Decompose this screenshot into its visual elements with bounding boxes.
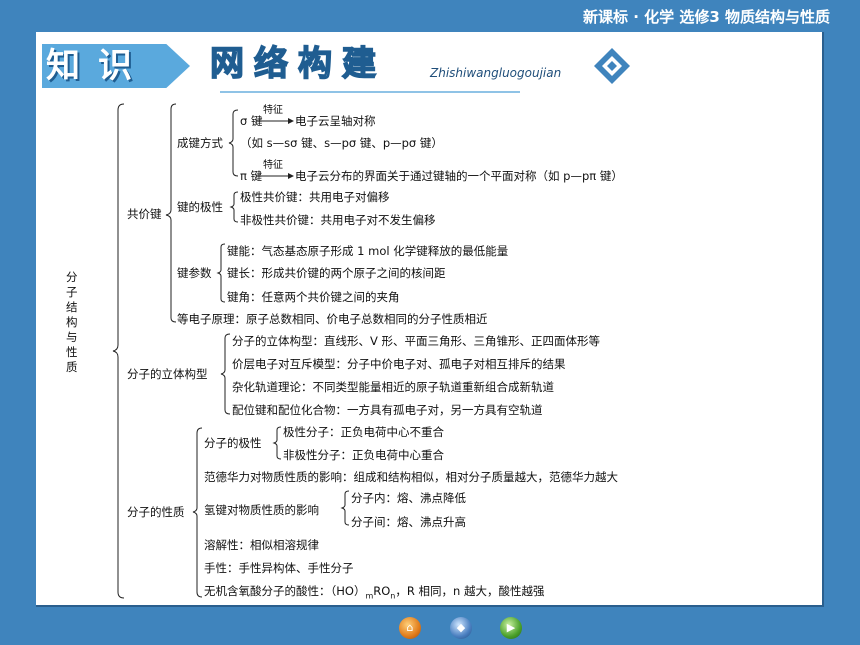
node-gongjia: 共价键: [127, 207, 162, 221]
ro-formula: RO: [373, 584, 391, 598]
nonpolar-molecule: 非极性分子：正负电荷中心重合: [283, 448, 444, 462]
liti-item-3: 杂化轨道理论：不同类型能量相近的原子轨道重新组合成新轨道: [232, 380, 554, 394]
fandehua: 范德华力对物质性质的影响：组成和结构相似，相对分子质量越大，范德华力越大: [204, 470, 618, 484]
polar-bond: 极性共价键：共用电子对偏移: [240, 190, 390, 204]
node-xingzhi: 分子的性质: [127, 505, 185, 519]
root-label: 分子结构与性质: [66, 270, 78, 374]
tezheng-label-2: 特征: [263, 160, 283, 171]
dengdianzi: 等电子原理：原子总数相同、价电子总数相同的分子性质相近: [177, 312, 488, 326]
suanxing-post: ，R 相同，n 越大，酸性越强: [395, 584, 545, 598]
liti-item-1: 分子的立体构型：直线形、V 形、平面三角形、三角锥形、正四面体形等: [232, 334, 601, 348]
next-icon: ▶: [506, 621, 516, 634]
menu-icon: ◆: [456, 621, 466, 634]
liti-item-2: 价层电子对互斥模型：分子中价电子对、孤电子对相互排斥的结果: [232, 357, 566, 371]
jianchang: 键长：形成共价键的两个原子之间的核间距: [227, 266, 446, 280]
pi-desc: 电子云分布的界面关于通过键轴的一个平面对称（如 p—pπ 键）: [295, 169, 623, 183]
tezheng-label-1: 特征: [263, 105, 283, 116]
sigma-examples: （如 s—sσ 键、s—pσ 键、p—pσ 键）: [240, 136, 443, 150]
node-liti: 分子的立体构型: [127, 367, 208, 381]
jianneng: 键能：气态基态原子形成 1 mol 化学键释放的最低能量: [227, 244, 509, 258]
menu-button[interactable]: ◆: [450, 617, 472, 639]
liti-item-4: 配位键和配位化合物：一方具有孤电子对，另一方具有空轨道: [232, 403, 543, 417]
qingjian-inner: 分子内：熔、沸点降低: [351, 491, 466, 505]
home-button[interactable]: ⌂: [399, 617, 421, 639]
node-jianjixing: 键的极性: [177, 200, 223, 214]
node-canshu: 键参数: [177, 266, 212, 280]
pi-bond: π 键: [240, 169, 263, 183]
sigma-desc: 电子云呈轴对称: [295, 114, 376, 128]
nonpolar-bond: 非极性共价键：共用电子对不发生偏移: [240, 213, 436, 227]
node-qingjian: 氢键对物质性质的影响: [204, 503, 319, 517]
jianjiao: 键角：任意两个共价键之间的夹角: [227, 290, 400, 304]
suanxing: 无机含氧酸分子的酸性：（HO）mROn，R 相同，n 越大，酸性越强: [204, 584, 544, 603]
next-button[interactable]: ▶: [500, 617, 522, 639]
qingjian-outer: 分子间：熔、沸点升高: [351, 515, 466, 529]
suanxing-pre: 无机含氧酸分子的酸性：（HO）: [204, 584, 366, 598]
sigma-bond: σ 键: [240, 114, 263, 128]
node-fenzijixing: 分子的极性: [204, 436, 262, 450]
polar-molecule: 极性分子：正负电荷中心不重合: [283, 425, 444, 439]
shouxing: 手性：手性异构体、手性分子: [204, 561, 354, 575]
home-icon: ⌂: [406, 621, 414, 634]
rongjie: 溶解性：相似相溶规律: [204, 538, 319, 552]
node-chengjian: 成键方式: [177, 136, 223, 150]
